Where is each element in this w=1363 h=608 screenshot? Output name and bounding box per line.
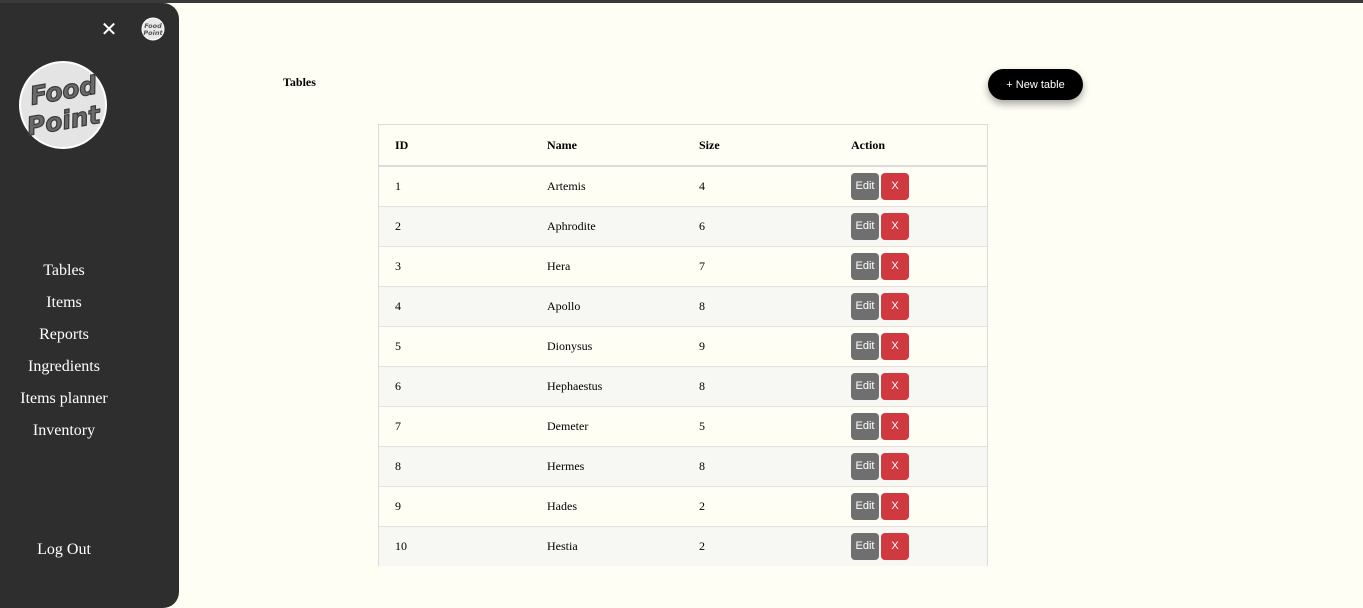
nav-item-reports[interactable]: Reports bbox=[0, 320, 128, 352]
cell-size: 4 bbox=[683, 166, 835, 207]
nav-item-ingredients[interactable]: Ingredients bbox=[0, 352, 128, 384]
cell-id: 10 bbox=[379, 526, 531, 566]
cell-id: 1 bbox=[379, 166, 531, 207]
edit-button[interactable]: Edit bbox=[851, 252, 879, 280]
cell-name: Hermes bbox=[531, 446, 683, 487]
edit-button[interactable]: Edit bbox=[851, 172, 879, 200]
table-header-row: ID Name Size Action bbox=[379, 125, 987, 167]
delete-button[interactable]: X bbox=[881, 252, 909, 280]
cell-name: Hades bbox=[531, 486, 683, 527]
cell-size: 5 bbox=[683, 406, 835, 447]
nav-item-items-planner[interactable]: Items planner bbox=[0, 384, 128, 416]
edit-button[interactable]: Edit bbox=[851, 532, 879, 560]
cell-name: Dionysus bbox=[531, 326, 683, 367]
cell-name: Apollo bbox=[531, 286, 683, 327]
cell-name: Demeter bbox=[531, 406, 683, 447]
table-row: 6 Hephaestus 8 Edit X bbox=[379, 366, 987, 407]
cell-id: 8 bbox=[379, 446, 531, 487]
cell-size: 8 bbox=[683, 366, 835, 407]
table-body: 1 Artemis 4 Edit X 2 Aphrodite 6 Edit X 3 Hera 7 Edit… bbox=[379, 166, 987, 566]
delete-button[interactable]: X bbox=[881, 492, 909, 520]
cell-size: 9 bbox=[683, 326, 835, 367]
edit-button[interactable]: Edit bbox=[851, 212, 879, 240]
sidebar-nav: Tables Items Reports Ingredients Items p… bbox=[0, 256, 128, 448]
table-row: 4 Apollo 8 Edit X bbox=[379, 286, 987, 327]
small-logo-icon[interactable]: Food Point bbox=[141, 17, 165, 41]
edit-button[interactable]: Edit bbox=[851, 332, 879, 360]
sidebar: ✕ Food Point Food Point Tables Items Rep… bbox=[0, 3, 179, 608]
window-top-border bbox=[0, 0, 1363, 3]
cell-size: 8 bbox=[683, 446, 835, 487]
svg-text:Point: Point bbox=[143, 29, 163, 37]
cell-size: 6 bbox=[683, 206, 835, 247]
cell-name: Hera bbox=[531, 246, 683, 287]
nav-item-items[interactable]: Items bbox=[0, 288, 128, 320]
delete-button[interactable]: X bbox=[881, 332, 909, 360]
column-header-id: ID bbox=[379, 125, 531, 167]
edit-button[interactable]: Edit bbox=[851, 372, 879, 400]
cell-name: Hephaestus bbox=[531, 366, 683, 407]
delete-button[interactable]: X bbox=[881, 292, 909, 320]
table-row: 8 Hermes 8 Edit X bbox=[379, 446, 987, 487]
table-row: 3 Hera 7 Edit X bbox=[379, 246, 987, 287]
delete-button[interactable]: X bbox=[881, 212, 909, 240]
new-table-button[interactable]: + New table bbox=[988, 69, 1083, 100]
cell-action: Edit X bbox=[835, 526, 987, 566]
delete-button[interactable]: X bbox=[881, 372, 909, 400]
table-row: 10 Hestia 2 Edit X bbox=[379, 526, 987, 566]
column-header-action: Action bbox=[835, 125, 987, 167]
tables-table-container: ID Name Size Action 1 Artemis 4 Edit X 2 Aphro… bbox=[378, 124, 988, 566]
cell-name: Aphrodite bbox=[531, 206, 683, 247]
cell-action: Edit X bbox=[835, 366, 987, 407]
cell-action: Edit X bbox=[835, 206, 987, 247]
nav-item-inventory[interactable]: Inventory bbox=[0, 416, 128, 448]
edit-button[interactable]: Edit bbox=[851, 292, 879, 320]
delete-button[interactable]: X bbox=[881, 532, 909, 560]
cell-action: Edit X bbox=[835, 486, 987, 527]
cell-id: 6 bbox=[379, 366, 531, 407]
table-row: 1 Artemis 4 Edit X bbox=[379, 166, 987, 207]
cell-size: 8 bbox=[683, 286, 835, 327]
cell-action: Edit X bbox=[835, 326, 987, 367]
cell-action: Edit X bbox=[835, 406, 987, 447]
cell-action: Edit X bbox=[835, 166, 987, 207]
cell-id: 2 bbox=[379, 206, 531, 247]
edit-button[interactable]: Edit bbox=[851, 452, 879, 480]
edit-button[interactable]: Edit bbox=[851, 492, 879, 520]
table-row: 7 Demeter 5 Edit X bbox=[379, 406, 987, 447]
cell-name: Artemis bbox=[531, 166, 683, 207]
column-header-name: Name bbox=[531, 125, 683, 167]
close-sidebar-button[interactable]: ✕ bbox=[99, 19, 119, 39]
cell-id: 4 bbox=[379, 286, 531, 327]
food-point-logo: Food Point bbox=[19, 61, 107, 149]
nav-item-tables[interactable]: Tables bbox=[0, 256, 128, 288]
delete-button[interactable]: X bbox=[881, 452, 909, 480]
page-title: Tables bbox=[283, 75, 316, 89]
cell-id: 9 bbox=[379, 486, 531, 527]
column-header-size: Size bbox=[683, 125, 835, 167]
delete-button[interactable]: X bbox=[881, 172, 909, 200]
cell-id: 7 bbox=[379, 406, 531, 447]
cell-id: 5 bbox=[379, 326, 531, 367]
logout-button[interactable]: Log Out bbox=[0, 541, 128, 559]
cell-size: 2 bbox=[683, 526, 835, 566]
cell-action: Edit X bbox=[835, 446, 987, 487]
edit-button[interactable]: Edit bbox=[851, 412, 879, 440]
delete-button[interactable]: X bbox=[881, 412, 909, 440]
table-row: 9 Hades 2 Edit X bbox=[379, 486, 987, 527]
cell-action: Edit X bbox=[835, 286, 987, 327]
cell-action: Edit X bbox=[835, 246, 987, 287]
cell-id: 3 bbox=[379, 246, 531, 287]
cell-name: Hestia bbox=[531, 526, 683, 566]
table-row: 2 Aphrodite 6 Edit X bbox=[379, 206, 987, 247]
cell-size: 7 bbox=[683, 246, 835, 287]
table-row: 5 Dionysus 9 Edit X bbox=[379, 326, 987, 367]
tables-table: ID Name Size Action 1 Artemis 4 Edit X 2 Aphro… bbox=[379, 125, 987, 566]
cell-size: 2 bbox=[683, 486, 835, 527]
